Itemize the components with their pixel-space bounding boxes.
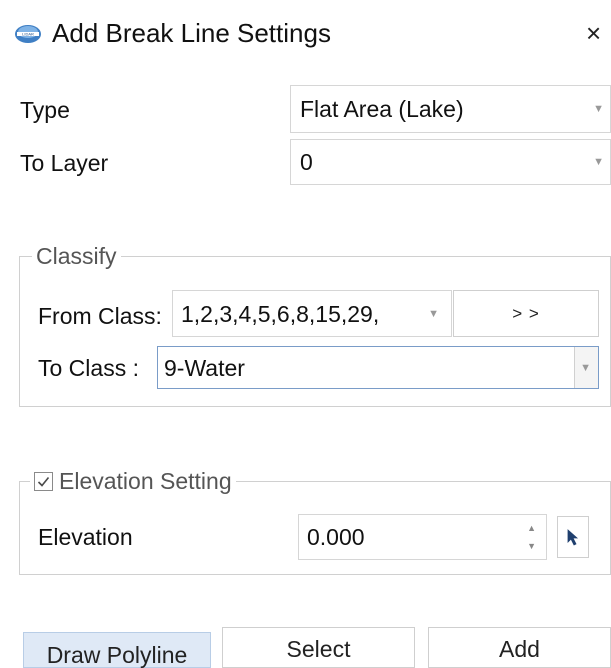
chevron-down-icon: ▼ xyxy=(428,307,439,320)
elevation-legend-label: Elevation Setting xyxy=(59,468,232,494)
to-layer-value: 0 xyxy=(300,149,313,175)
to-class-label: To Class : xyxy=(38,355,139,381)
to-layer-dropdown[interactable]: 0 ▼ xyxy=(290,139,611,185)
checkmark-icon xyxy=(37,476,50,487)
type-value: Flat Area (Lake) xyxy=(300,96,464,122)
pick-arrow-icon xyxy=(567,529,579,546)
spin-down-icon[interactable]: ▼ xyxy=(527,541,536,551)
svg-text:LIDAR: LIDAR xyxy=(22,32,34,37)
to-class-value: 9-Water xyxy=(164,354,245,381)
elevation-checkbox[interactable] xyxy=(34,471,53,491)
from-class-value: 1,2,3,4,5,6,8,15,29, xyxy=(181,300,380,327)
type-label: Type xyxy=(20,97,70,123)
chevron-down-icon: ▼ xyxy=(580,361,591,374)
elevation-legend: Elevation Setting xyxy=(30,466,236,496)
to-layer-label: To Layer xyxy=(20,150,109,176)
pick-elevation-button[interactable] xyxy=(557,516,589,558)
select-button[interactable]: Select xyxy=(222,627,415,668)
elevation-value: 0.000 xyxy=(307,524,365,550)
spin-up-icon[interactable]: ▲ xyxy=(527,523,536,533)
app-logo-icon: LIDAR xyxy=(15,25,41,43)
draw-polyline-button[interactable]: Draw Polyline xyxy=(23,632,211,668)
add-button[interactable]: Add xyxy=(428,627,611,668)
title-bar: LIDAR Add Break Line Settings × xyxy=(0,0,611,68)
close-button[interactable]: × xyxy=(586,17,611,49)
transfer-classes-button[interactable]: > > xyxy=(453,290,599,337)
classify-legend: Classify xyxy=(32,241,121,271)
from-class-dropdown[interactable]: 1,2,3,4,5,6,8,15,29, ▼ xyxy=(172,290,452,337)
from-class-label: From Class: xyxy=(38,303,162,329)
elevation-input[interactable]: 0.000 ▲ ▼ xyxy=(298,514,547,560)
chevron-down-icon: ▼ xyxy=(593,156,604,168)
to-class-dropdown[interactable]: 9-Water ▼ xyxy=(157,346,599,389)
window-title: Add Break Line Settings xyxy=(52,18,331,48)
to-class-dropdown-button[interactable]: ▼ xyxy=(574,347,598,388)
elevation-label: Elevation xyxy=(38,524,133,550)
chevron-down-icon: ▼ xyxy=(593,103,604,115)
type-dropdown[interactable]: Flat Area (Lake) ▼ xyxy=(290,85,611,133)
